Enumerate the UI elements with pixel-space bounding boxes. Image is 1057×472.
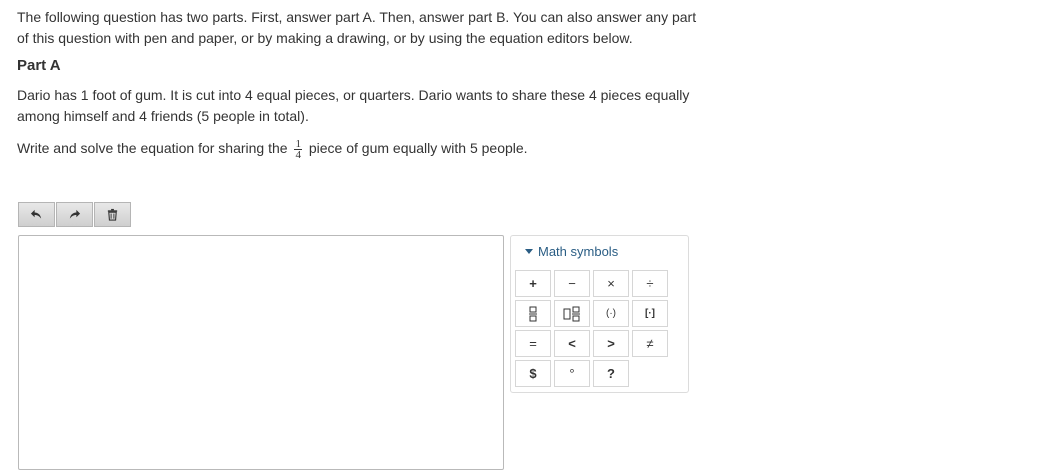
- fraction-icon: [529, 306, 537, 321]
- mixed-number-icon: [563, 306, 580, 321]
- fraction-one-fourth: 1 4: [294, 138, 302, 161]
- undo-icon: [30, 209, 42, 219]
- part-a-title: Part A: [17, 57, 61, 74]
- undo-button[interactable]: [18, 202, 55, 227]
- intro-text: The following question has two parts. Fi…: [17, 9, 697, 46]
- instruction-after: piece of gum equally with 5 people.: [308, 140, 528, 156]
- degree-button[interactable]: °: [554, 360, 590, 387]
- delete-button[interactable]: [94, 202, 131, 227]
- mixed-number-button[interactable]: [554, 300, 590, 327]
- greater-than-button[interactable]: >: [593, 330, 629, 357]
- trash-icon: [107, 208, 118, 221]
- editor-toolbar: [18, 202, 131, 227]
- minus-button[interactable]: −: [554, 270, 590, 297]
- plus-button[interactable]: +: [515, 270, 551, 297]
- times-button[interactable]: ×: [593, 270, 629, 297]
- symbol-grid: + − × ÷ (·) [·] = < > ≠ $ ° ?: [515, 270, 668, 387]
- question-button[interactable]: ?: [593, 360, 629, 387]
- problem-text: Dario has 1 foot of gum. It is cut into …: [17, 87, 690, 124]
- equals-button[interactable]: =: [515, 330, 551, 357]
- redo-icon: [69, 209, 81, 219]
- fraction-denominator: 4: [295, 148, 301, 161]
- not-equal-button[interactable]: ≠: [632, 330, 668, 357]
- caret-down-icon: [525, 249, 533, 254]
- equation-editor[interactable]: [18, 235, 504, 470]
- brackets-button[interactable]: [·]: [632, 300, 668, 327]
- math-symbols-panel: Math symbols + − × ÷ (·) [·] = < > ≠ $ °…: [510, 235, 689, 393]
- parentheses-button[interactable]: (·): [593, 300, 629, 327]
- instruction-text: Write and solve the equation for sharing…: [17, 138, 528, 160]
- fraction-button[interactable]: [515, 300, 551, 327]
- dollar-button[interactable]: $: [515, 360, 551, 387]
- less-than-button[interactable]: <: [554, 330, 590, 357]
- instruction-before: Write and solve the equation for sharing…: [17, 140, 288, 156]
- math-symbols-label: Math symbols: [538, 244, 619, 259]
- math-symbols-toggle[interactable]: Math symbols: [525, 244, 618, 259]
- redo-button[interactable]: [56, 202, 93, 227]
- divide-button[interactable]: ÷: [632, 270, 668, 297]
